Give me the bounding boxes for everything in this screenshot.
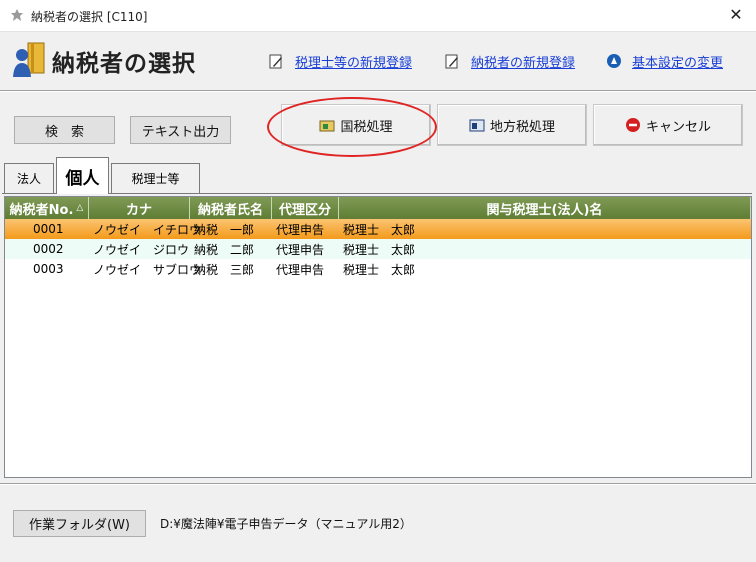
taxpayer-book-icon <box>13 42 45 77</box>
table-row[interactable]: 0001 ノウゼイ イチロウ 納税 一郎 代理申告 税理士 太郎 <box>5 219 751 239</box>
register-taxpayer-link[interactable]: 納税者の新規登録 <box>471 52 575 71</box>
column-header-type[interactable]: 代理区分 <box>272 197 339 219</box>
grid-header: 納税者No. △ カナ 納税者氏名 代理区分 関与税理士(法人)名 <box>5 197 751 219</box>
settings-icon <box>607 54 621 68</box>
tab-corporation[interactable]: 法人 <box>4 163 54 193</box>
search-button[interactable]: 検 索 <box>14 116 115 144</box>
local-tax-label: 地方税処理 <box>489 119 555 135</box>
cancel-icon <box>625 118 640 132</box>
divider <box>0 483 756 485</box>
cell-type: 代理申告 <box>276 262 325 277</box>
tab-corporation-label: 法人 <box>16 172 41 186</box>
basic-settings-link[interactable]: 基本設定の変更 <box>632 52 723 71</box>
cell-no: 0002 <box>33 242 64 256</box>
table-row[interactable]: 0003 ノウゼイ サブロウ 納税 三郎 代理申告 税理士 太郎 <box>5 259 751 279</box>
search-button-label: 検 索 <box>44 124 84 140</box>
national-tax-label: 国税処理 <box>340 119 393 135</box>
edit-icon <box>445 54 458 69</box>
tab-baseline <box>2 193 752 194</box>
national-tax-button[interactable]: 国税処理 <box>281 104 431 146</box>
text-output-button-label: テキスト出力 <box>141 124 220 140</box>
tab-individual-label: 個人 <box>65 168 100 189</box>
work-folder-button-label: 作業フォルダ(W) <box>29 518 130 533</box>
cell-no: 0001 <box>33 222 64 236</box>
divider <box>0 90 756 92</box>
column-header-advisor[interactable]: 関与税理士(法人)名 <box>339 197 751 219</box>
column-header-no[interactable]: 納税者No. △ <box>5 197 89 219</box>
tab-tax-accountant[interactable]: 税理士等 <box>111 163 200 193</box>
window-title: 納税者の選択 [C110] <box>31 10 148 24</box>
header: 納税者の選択 税理士等の新規登録 納税者の新規登録 基本設定の変更 <box>0 32 756 88</box>
sort-ascending-icon: △ <box>76 203 84 213</box>
title-bar: 納税者の選択 [C110] ✕ <box>0 0 756 32</box>
cell-kana: ノウゼイ イチロウ <box>93 222 202 237</box>
cell-advisor: 税理士 太郎 <box>343 242 416 257</box>
column-header-kana[interactable]: カナ <box>89 197 190 219</box>
cancel-label: キャンセル <box>645 119 711 135</box>
cell-kana: ノウゼイ サブロウ <box>93 262 202 277</box>
cell-name: 納税 三郎 <box>194 262 255 277</box>
app-icon <box>11 9 23 21</box>
national-tax-icon <box>319 120 335 132</box>
column-header-name[interactable]: 納税者氏名 <box>190 197 272 219</box>
text-output-button[interactable]: テキスト出力 <box>130 116 231 144</box>
cell-name: 納税 二郎 <box>194 242 255 257</box>
tab-individual[interactable]: 個人 <box>56 157 109 194</box>
tab-tax-accountant-label: 税理士等 <box>131 172 180 186</box>
close-button[interactable]: ✕ <box>716 0 756 32</box>
work-folder-path: D:¥魔法陣¥電子申告データ（マニュアル用2） <box>160 517 412 531</box>
close-icon: ✕ <box>729 5 743 24</box>
local-tax-button[interactable]: 地方税処理 <box>437 104 587 146</box>
cancel-button[interactable]: キャンセル <box>593 104 743 146</box>
table-row[interactable]: 0002 ノウゼイ ジロウ 納税 二郎 代理申告 税理士 太郎 <box>5 239 751 259</box>
taxpayer-grid: 納税者No. △ カナ 納税者氏名 代理区分 関与税理士(法人)名 0001 ノ… <box>4 196 752 478</box>
cell-no: 0003 <box>33 262 64 276</box>
cell-type: 代理申告 <box>276 242 325 257</box>
page-title: 納税者の選択 <box>52 51 196 77</box>
cell-type: 代理申告 <box>276 222 325 237</box>
column-header-no-label: 納税者No. <box>9 202 74 218</box>
cell-name: 納税 一郎 <box>194 222 255 237</box>
work-folder-button[interactable]: 作業フォルダ(W) <box>13 510 146 537</box>
cell-advisor: 税理士 太郎 <box>343 222 416 237</box>
local-tax-icon <box>469 119 485 132</box>
register-tax-accountant-link[interactable]: 税理士等の新規登録 <box>295 52 412 71</box>
edit-icon <box>269 54 282 69</box>
cell-kana: ノウゼイ ジロウ <box>93 242 190 257</box>
cell-advisor: 税理士 太郎 <box>343 262 416 277</box>
